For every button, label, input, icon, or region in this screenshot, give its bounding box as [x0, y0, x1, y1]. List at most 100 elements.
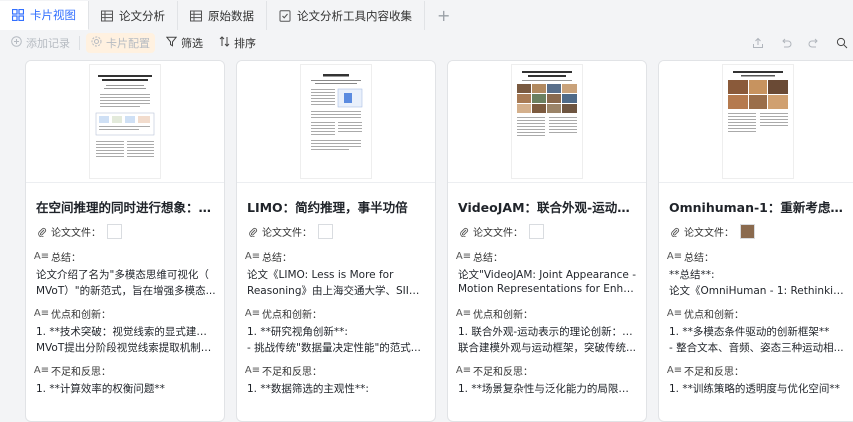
- strengths-line: MVoT提出分阶段视觉线索提取机制，...: [36, 342, 216, 354]
- table-icon: [101, 10, 113, 22]
- toolbar: 添加记录 卡片配置 筛选 排序: [0, 30, 853, 56]
- paperclip-icon: [669, 227, 680, 237]
- summary-line: 论文介绍了名为"多模态思维可视化（: [36, 269, 209, 281]
- record-card[interactable]: 在空间推理的同时进行想象：多... 论文文件： A≡ 总结： 论文介绍了名为"多…: [25, 60, 225, 422]
- paper-thumbnail: [26, 61, 224, 183]
- card-config-button[interactable]: 卡片配置: [86, 33, 155, 53]
- field-label-text: 论文文件：: [684, 228, 734, 239]
- strengths-line: 1. **多模态条件驱动的创新框架**: [669, 326, 830, 338]
- tab-raw-data[interactable]: 原始数据: [178, 1, 267, 30]
- weaknesses-line: 1. **场景复杂性与泛化能力的局限性**: [458, 383, 638, 395]
- add-tab-button[interactable]: +: [425, 1, 462, 30]
- view-tab-bar: 卡片视图 论文分析 原始数据 论文分析工具内容收集 +: [0, 0, 853, 31]
- text-field-icon: A≡: [455, 308, 472, 319]
- field-label-text: 优点和创新：: [51, 310, 111, 321]
- field-file: 论文文件：: [36, 224, 122, 239]
- record-card[interactable]: LIMO：简约推理，事半功倍 论文文件： A≡ 总结： 论文《LIMO: Les…: [236, 60, 436, 422]
- field-label-text: 总结：: [684, 253, 714, 264]
- paper-thumbnail: [448, 61, 646, 183]
- plus-circle-icon: [11, 36, 22, 50]
- field-weaknesses: A≡ 不足和反思：: [666, 363, 744, 378]
- record-card[interactable]: Omnihuman-1：重新考虑人类动... 论文文件： A≡ 总结： **总结…: [658, 60, 853, 422]
- paper-preview-image: [512, 65, 582, 178]
- text-field-icon: A≡: [244, 308, 261, 319]
- card-title: Omnihuman-1：重新考虑人类动...: [669, 200, 847, 215]
- field-label-text: 论文文件：: [262, 228, 312, 239]
- field-label-text: 优点和创新：: [473, 310, 533, 321]
- attachment-thumbnail[interactable]: [107, 224, 122, 239]
- share-icon[interactable]: [751, 37, 765, 49]
- sort-button[interactable]: 排序: [214, 33, 261, 53]
- search-icon[interactable]: [835, 37, 849, 49]
- strengths-line: 1. 联合外观-运动表示的理论创新：提出: [458, 326, 638, 338]
- field-strengths: A≡ 优点和创新：: [33, 306, 111, 321]
- weaknesses-line: 1. **数据筛选的主观性**:: [247, 383, 369, 395]
- sort-label: 排序: [234, 37, 256, 50]
- attachment-thumbnail[interactable]: [318, 224, 333, 239]
- add-record-button[interactable]: 添加记录: [6, 33, 75, 53]
- undo-icon[interactable]: [779, 37, 793, 49]
- field-strengths: A≡ 优点和创新：: [244, 306, 322, 321]
- strengths-line: - 挑战传统"数据量决定性能"的范式...: [247, 342, 421, 354]
- strengths-line: 联合建模外观与运动框架，突破传统...: [458, 342, 637, 354]
- tab-label: 论文分析: [119, 8, 165, 23]
- field-label-text: 优点和创新：: [684, 310, 744, 321]
- text-field-icon: A≡: [244, 251, 261, 262]
- paperclip-icon: [36, 227, 47, 237]
- paper-preview-image: [301, 65, 371, 178]
- paper-thumbnail: [659, 61, 853, 183]
- summary-line: **总结**:: [669, 269, 715, 281]
- field-summary: A≡ 总结：: [33, 249, 81, 264]
- summary-line: MVoT）"的新范式，旨在增强多模态...: [36, 285, 216, 297]
- tab-label: 原始数据: [208, 8, 254, 23]
- filter-button[interactable]: 筛选: [161, 33, 208, 53]
- field-strengths: A≡ 优点和创新：: [455, 306, 533, 321]
- strengths-line: 1. **研究视角创新**:: [247, 326, 348, 338]
- grid-icon: [12, 9, 24, 21]
- field-summary: A≡ 总结：: [456, 249, 503, 264]
- record-card[interactable]: VideoJAM：联合外观-运动表示... 论文文件： A≡ 总结： 论文"Vi…: [447, 60, 647, 422]
- field-file: 论文文件：: [247, 224, 333, 239]
- strengths-line: - 整合文本、音频、姿态三种运动相...: [669, 342, 844, 354]
- tab-paper-analysis[interactable]: 论文分析: [89, 1, 178, 30]
- field-strengths: A≡ 优点和创新：: [667, 306, 744, 321]
- toolbar-divider: [79, 36, 80, 50]
- card-title: VideoJAM：联合外观-运动表示...: [458, 200, 636, 215]
- redo-icon[interactable]: [807, 37, 821, 49]
- text-field-icon: A≡: [455, 365, 472, 376]
- weaknesses-line: 1. **计算效率的权衡问题**: [36, 383, 165, 395]
- field-label-text: 总结：: [262, 253, 292, 264]
- field-summary: A≡ 总结：: [667, 249, 714, 264]
- text-field-icon: A≡: [244, 365, 261, 376]
- field-label-text: 不足和反思：: [473, 367, 533, 378]
- field-label-text: 论文文件：: [51, 228, 101, 239]
- paper-preview-image: [90, 65, 160, 178]
- field-label-text: 优点和创新：: [262, 310, 322, 321]
- attachment-thumbnail[interactable]: [740, 224, 755, 239]
- field-summary: A≡ 总结：: [244, 249, 292, 264]
- attachment-thumbnail[interactable]: [529, 224, 544, 239]
- add-record-label: 添加记录: [26, 37, 70, 50]
- paper-thumbnail: [237, 61, 435, 183]
- summary-line: Reasoning》由上海交通大学、SII和...: [247, 285, 427, 297]
- text-field-icon: A≡: [666, 365, 683, 376]
- weaknesses-line: 1. **训练策略的透明度与优化空间**: [669, 383, 840, 395]
- text-field-icon: A≡: [33, 365, 50, 376]
- field-label-text: 不足和反思：: [51, 367, 111, 378]
- field-file: 论文文件：: [458, 224, 544, 239]
- summary-line: 论文《LIMO: Less is More for: [247, 269, 394, 281]
- tab-label: 论文分析工具内容收集: [297, 8, 412, 23]
- card-config-label: 卡片配置: [106, 37, 150, 50]
- text-field-icon: A≡: [33, 308, 50, 319]
- field-weaknesses: A≡ 不足和反思：: [33, 363, 111, 378]
- tab-card-view[interactable]: 卡片视图: [0, 1, 89, 30]
- field-label-text: 论文文件：: [473, 228, 523, 239]
- strengths-line: 1. **技术突破：视觉线索的显式建模**:: [36, 326, 216, 338]
- card-title: 在空间推理的同时进行想象：多...: [36, 200, 214, 215]
- card-title: LIMO：简约推理，事半功倍: [247, 200, 408, 215]
- text-field-icon: A≡: [33, 251, 50, 262]
- tab-tool-collection[interactable]: 论文分析工具内容收集: [267, 1, 425, 30]
- plus-icon: +: [437, 6, 451, 25]
- toolbar-right: [751, 30, 853, 56]
- summary-line: 论文《OmniHuman - 1: Rethinking th...: [669, 285, 849, 297]
